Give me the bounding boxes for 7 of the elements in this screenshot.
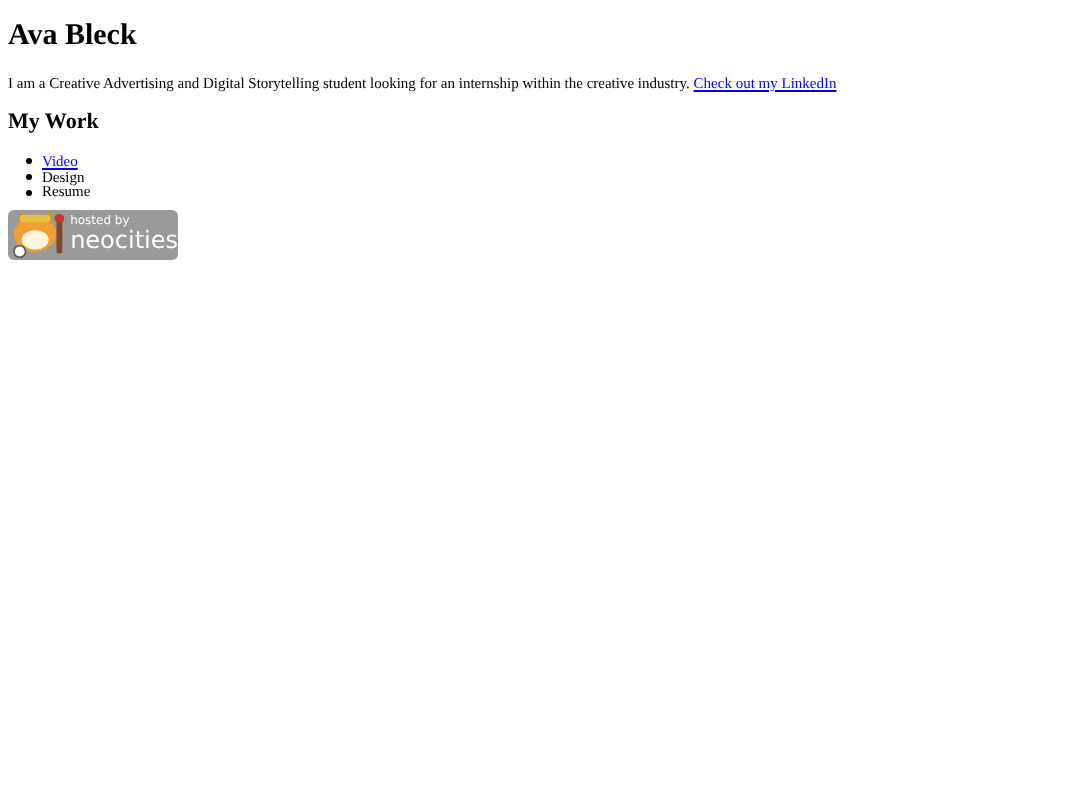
bullet-icon	[26, 158, 32, 165]
cat-drawing	[10, 209, 69, 260]
badge-brand: neocities	[70, 228, 178, 253]
bullet-icon	[26, 189, 32, 196]
bullet-icon	[26, 174, 32, 181]
section-heading: My Work	[8, 110, 101, 137]
page-title: Ava Bleck	[8, 18, 139, 54]
